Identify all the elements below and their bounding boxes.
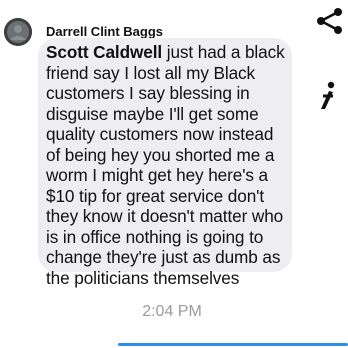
- message-line-11: change they're just as dumb as: [46, 247, 281, 267]
- message-line-8: $10 tip for great service don't: [46, 185, 265, 206]
- message-line-5: quality customers now instead: [46, 124, 274, 144]
- message-line-1: just had a black: [162, 42, 285, 62]
- message-text: Scott Caldwell just had a black friend s…: [46, 42, 290, 288]
- message-line-12: the politicians themselves: [46, 267, 240, 288]
- message-line-2: friend say I lost all my Black: [46, 62, 256, 83]
- message-bubble[interactable]: Scott Caldwell just had a black friend s…: [38, 38, 292, 288]
- bottom-accent-bar: [118, 343, 348, 346]
- react-button[interactable]: [316, 76, 336, 116]
- react-icon: [321, 81, 335, 109]
- timestamp-text: 2:04 PM: [142, 303, 202, 320]
- share-icon: [317, 8, 342, 34]
- message-line-9: they know it doesn't matter who: [46, 206, 284, 226]
- top-fragment: [30, 0, 44, 3]
- mention[interactable]: Scott Caldwell: [46, 42, 162, 62]
- avatar[interactable]: [4, 18, 32, 46]
- message-line-6: of being hey you shorted me a: [46, 144, 275, 165]
- avatar-icon: [7, 21, 29, 43]
- message-line-10: is in office nothing is going to: [46, 226, 264, 247]
- message-line-7: worm I might get hey here's a: [46, 165, 269, 185]
- message-line-3: customers I say blessing in: [46, 83, 250, 103]
- share-button[interactable]: [314, 6, 344, 36]
- sender-name: Darrell Clint Baggs: [46, 24, 164, 39]
- message-line-4: disguise maybe I'll get some: [46, 103, 259, 124]
- timestamp: 2:04 PM: [0, 303, 348, 321]
